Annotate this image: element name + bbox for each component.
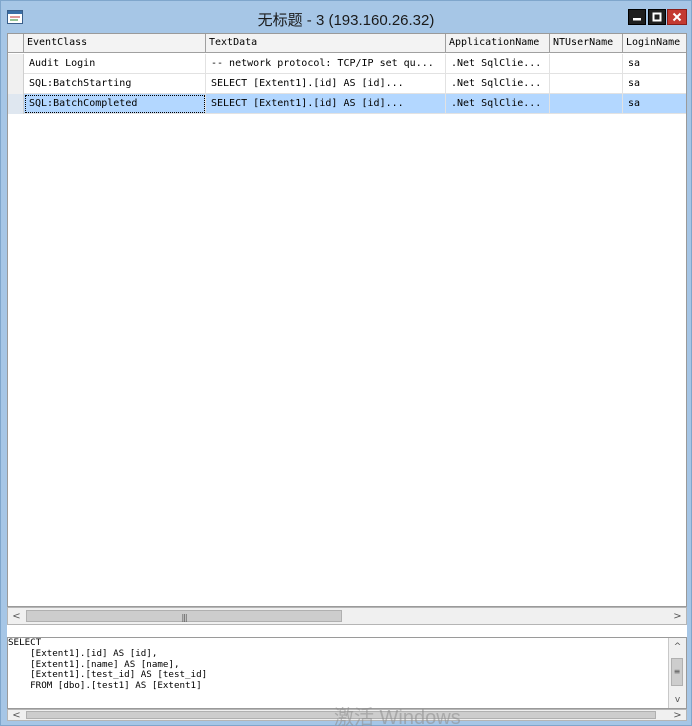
table-row-selected[interactable]: SQL:BatchCompleted SELECT [Extent1].[id]… — [8, 94, 686, 114]
chevron-left-icon: < — [12, 610, 21, 622]
chevron-left-icon: < — [12, 709, 21, 721]
column-header-applicationname[interactable]: ApplicationName — [446, 34, 550, 53]
cell-loginname: sa — [623, 74, 686, 94]
grip-icon: ||| — [181, 613, 187, 622]
trace-grid[interactable]: EventClass TextData ApplicationName NTUs… — [7, 33, 687, 607]
cell-ntusername — [550, 74, 623, 94]
scroll-left-button[interactable]: < — [8, 709, 25, 721]
cell-applicationname: .Net SqlClie... — [446, 54, 550, 74]
grid-horizontal-scrollbar[interactable]: < ||| > — [7, 607, 687, 625]
cell-loginname: sa — [623, 54, 686, 74]
row-selector[interactable] — [8, 74, 24, 94]
scroll-right-button[interactable]: > — [669, 709, 686, 721]
column-header-ntusername[interactable]: NTUserName — [550, 34, 623, 53]
title-bar[interactable]: 无标题 - 3 (193.160.26.32) — [1, 1, 691, 33]
cell-applicationname: .Net SqlClie... — [446, 94, 550, 114]
scroll-right-button[interactable]: > — [669, 608, 686, 624]
window-title: 无标题 - 3 (193.160.26.32) — [257, 12, 435, 29]
row-selector[interactable] — [8, 94, 24, 114]
app-window: 无标题 - 3 (193.160.26.32) EventClass TextD… — [0, 0, 692, 726]
row-selector[interactable] — [8, 54, 24, 74]
cell-eventclass: SQL:BatchStarting — [24, 74, 206, 94]
detail-sql-text: SELECT [Extent1].[id] AS [id], [Extent1]… — [8, 637, 208, 692]
table-row[interactable]: SQL:BatchStarting SELECT [Extent1].[id] … — [8, 74, 686, 94]
textdata-detail-pane[interactable]: SELECT [Extent1].[id] AS [id], [Extent1]… — [7, 637, 687, 709]
minimize-icon — [633, 18, 641, 21]
chevron-up-icon: ^ — [673, 641, 682, 652]
cell-eventclass: Audit Login — [24, 54, 206, 74]
maximize-button[interactable] — [648, 9, 666, 25]
client-area: EventClass TextData ApplicationName NTUs… — [7, 33, 687, 721]
table-row[interactable]: Audit Login -- network protocol: TCP/IP … — [8, 54, 686, 74]
cell-ntusername — [550, 94, 623, 114]
row-header-corner — [8, 34, 24, 53]
cell-textdata: -- network protocol: TCP/IP set qu... — [206, 54, 446, 74]
minimize-button[interactable] — [628, 9, 646, 25]
scroll-up-button[interactable]: ^ — [669, 638, 686, 655]
close-icon — [672, 12, 682, 22]
pane-splitter[interactable] — [7, 625, 687, 637]
maximize-icon — [652, 12, 662, 22]
scroll-down-button[interactable]: v — [669, 691, 686, 708]
chevron-right-icon: > — [673, 610, 682, 622]
cell-textdata: SELECT [Extent1].[id] AS [id]... — [206, 94, 446, 114]
cell-applicationname: .Net SqlClie... — [446, 74, 550, 94]
scroll-thumb[interactable]: ≡ — [671, 658, 683, 686]
scroll-left-button[interactable]: < — [8, 608, 25, 624]
close-button[interactable] — [667, 9, 687, 25]
cell-textdata: SELECT [Extent1].[id] AS [id]... — [206, 74, 446, 94]
cell-ntusername — [550, 54, 623, 74]
chevron-down-icon: v — [674, 694, 681, 705]
column-header-eventclass[interactable]: EventClass — [24, 34, 206, 53]
chevron-right-icon: > — [673, 709, 682, 721]
detail-vertical-scrollbar[interactable]: ^ ≡ v — [668, 638, 686, 708]
scroll-thumb[interactable]: ||| — [26, 610, 342, 622]
cell-loginname: sa — [623, 94, 686, 114]
cell-eventclass: SQL:BatchCompleted — [24, 94, 206, 114]
column-header-loginname[interactable]: LoginName — [623, 34, 686, 53]
activation-watermark: 激活 Windows — [334, 707, 461, 726]
column-header-textdata[interactable]: TextData — [206, 34, 446, 53]
